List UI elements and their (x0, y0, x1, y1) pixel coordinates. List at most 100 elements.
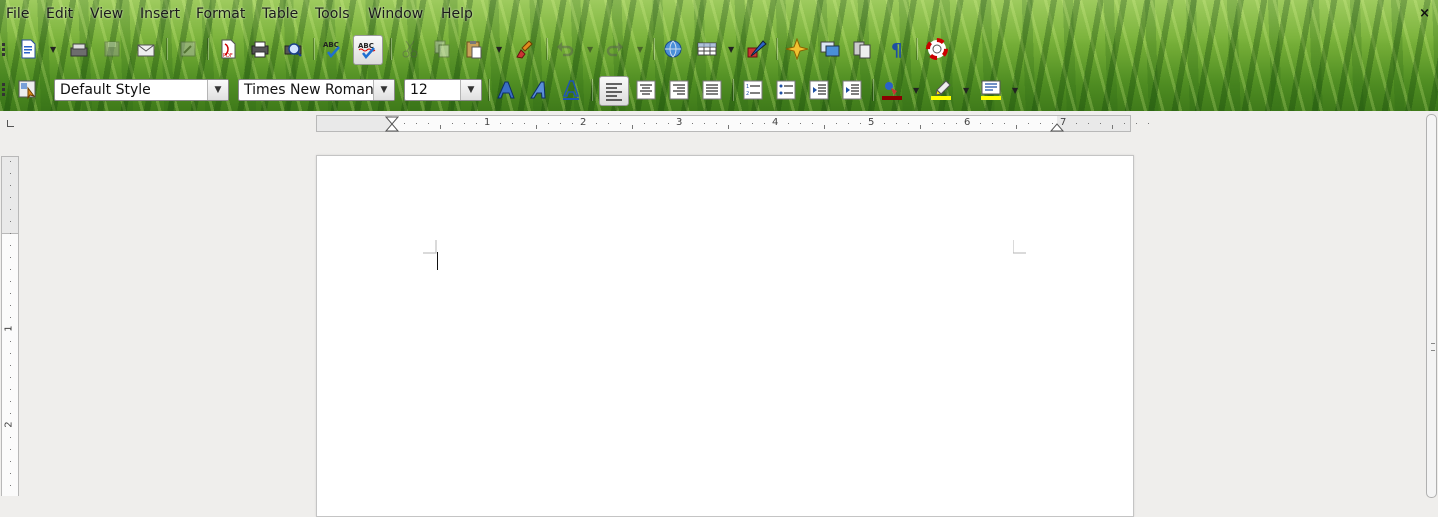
background-color-icon[interactable] (979, 78, 1003, 102)
font-color-dropdown-icon[interactable]: ▼ (913, 86, 921, 95)
bold-icon[interactable] (494, 78, 518, 102)
save-icon[interactable] (100, 37, 124, 61)
ruler-dot (10, 389, 11, 390)
paragraph-style-combo[interactable]: Default Style ▼ (54, 79, 229, 101)
document-page[interactable] (316, 155, 1134, 517)
new-dropdown-icon[interactable]: ▼ (50, 45, 58, 54)
navigator-icon[interactable] (785, 37, 809, 61)
ruler-number: 7 (1060, 117, 1067, 128)
help-icon[interactable] (925, 37, 949, 61)
email-icon[interactable] (134, 37, 158, 61)
chevron-down-icon[interactable]: ▼ (460, 80, 481, 100)
export-pdf-icon[interactable]: PDF (216, 37, 240, 61)
font-size-value[interactable]: 12 (405, 82, 460, 98)
bullets-icon[interactable] (774, 78, 798, 102)
font-name-value[interactable]: Times New Roman (239, 82, 373, 98)
ruler-dot (10, 413, 11, 414)
ruler-dot (1076, 123, 1077, 124)
ruler-dot (10, 245, 11, 246)
undo-icon[interactable] (553, 37, 577, 61)
formatting-marks-icon[interactable]: ¶ (886, 37, 910, 61)
ruler-dot (10, 185, 11, 186)
font-name-combo[interactable]: Times New Roman ▼ (238, 79, 395, 101)
clone-formatting-icon[interactable] (514, 37, 538, 61)
font-size-combo[interactable]: 12 ▼ (404, 79, 482, 101)
redo-icon[interactable] (603, 37, 627, 61)
menu-tools[interactable]: Tools (315, 6, 350, 22)
menu-help[interactable]: Help (441, 6, 473, 22)
paragraph-style-value[interactable]: Default Style (55, 82, 207, 98)
menu-insert[interactable]: Insert (140, 6, 180, 22)
edit-file-icon[interactable] (176, 37, 200, 61)
ruler-dot (704, 123, 705, 124)
font-color-icon[interactable] (880, 78, 904, 102)
gallery-icon[interactable] (818, 37, 842, 61)
menu-format[interactable]: Format (196, 6, 245, 22)
background-color-dropdown-icon[interactable]: ▼ (1012, 86, 1020, 95)
ruler-dot (1040, 123, 1041, 124)
ruler-dot (500, 123, 501, 124)
autospellcheck-icon[interactable]: ABC (353, 35, 383, 65)
ruler-dot (10, 293, 11, 294)
ruler-dot (10, 353, 11, 354)
decrease-indent-icon[interactable] (807, 78, 831, 102)
menu-window[interactable]: Window (368, 6, 423, 22)
text-boundary-corner (423, 240, 437, 254)
vertical-scrollbar[interactable] (1424, 111, 1438, 498)
vertical-ruler[interactable]: 1 2 (1, 156, 19, 496)
menu-view[interactable]: View (90, 6, 123, 22)
align-left-icon[interactable] (599, 76, 629, 106)
new-document-icon[interactable] (16, 37, 40, 61)
table-dropdown-icon[interactable]: ▼ (728, 45, 736, 54)
ruler-dot (692, 123, 693, 124)
spellcheck-icon[interactable]: ABC (321, 37, 345, 61)
highlighting-dropdown-icon[interactable]: ▼ (963, 86, 971, 95)
table-icon[interactable] (695, 37, 719, 61)
increase-indent-icon[interactable] (840, 78, 864, 102)
menu-edit[interactable]: Edit (46, 6, 73, 22)
highlighting-icon[interactable] (929, 78, 953, 102)
show-draw-functions-icon[interactable] (744, 37, 768, 61)
close-document-icon[interactable]: × (1419, 6, 1430, 21)
redo-dropdown-icon[interactable]: ▼ (637, 45, 645, 54)
horizontal-ruler[interactable]: 1 2 3 4 5 6 7 (316, 115, 1149, 132)
undo-dropdown-icon[interactable]: ▼ (587, 45, 595, 54)
paste-dropdown-icon[interactable]: ▼ (496, 45, 504, 54)
ruler-dot (596, 123, 597, 124)
open-icon[interactable] (67, 37, 91, 61)
italic-icon[interactable] (527, 78, 551, 102)
align-center-icon[interactable] (634, 78, 658, 102)
menu-table[interactable]: Table (262, 6, 298, 22)
paste-icon[interactable] (462, 37, 486, 61)
ruler-number: 6 (964, 117, 971, 128)
ruler-tick (728, 125, 729, 129)
align-right-icon[interactable] (667, 78, 691, 102)
ruler-dot (908, 123, 909, 124)
ruler-tick (440, 125, 441, 129)
toolbar-area: File Edit View Insert Format Table Tools… (0, 0, 1438, 111)
copy-icon[interactable] (430, 37, 454, 61)
hyperlink-icon[interactable] (661, 37, 685, 61)
print-icon[interactable] (248, 37, 272, 61)
numbering-icon[interactable]: 12 (741, 78, 765, 102)
styles-and-formatting-icon[interactable] (15, 77, 39, 101)
menubar: File Edit View Insert Format Table Tools… (0, 0, 1438, 32)
justify-icon[interactable] (700, 78, 724, 102)
left-indent-marker-icon[interactable] (385, 116, 399, 132)
ruler-tab-selector-icon[interactable] (7, 120, 14, 127)
menu-file[interactable]: File (6, 6, 29, 22)
data-sources-icon[interactable] (850, 37, 874, 61)
print-preview-icon[interactable] (281, 37, 305, 61)
svg-text:¶: ¶ (891, 40, 902, 60)
ruler-dot (512, 123, 513, 124)
text-boundary-corner (1013, 240, 1026, 254)
chevron-down-icon[interactable]: ▼ (207, 80, 228, 100)
ruler-dot (404, 123, 405, 124)
ruler-dot (10, 161, 11, 162)
ruler-dot (476, 123, 477, 124)
ruler-dot (608, 123, 609, 124)
underline-icon[interactable] (559, 78, 583, 102)
chevron-down-icon[interactable]: ▼ (373, 80, 394, 100)
cut-icon[interactable] (398, 37, 422, 61)
scrollbar-thumb[interactable] (1426, 114, 1437, 498)
